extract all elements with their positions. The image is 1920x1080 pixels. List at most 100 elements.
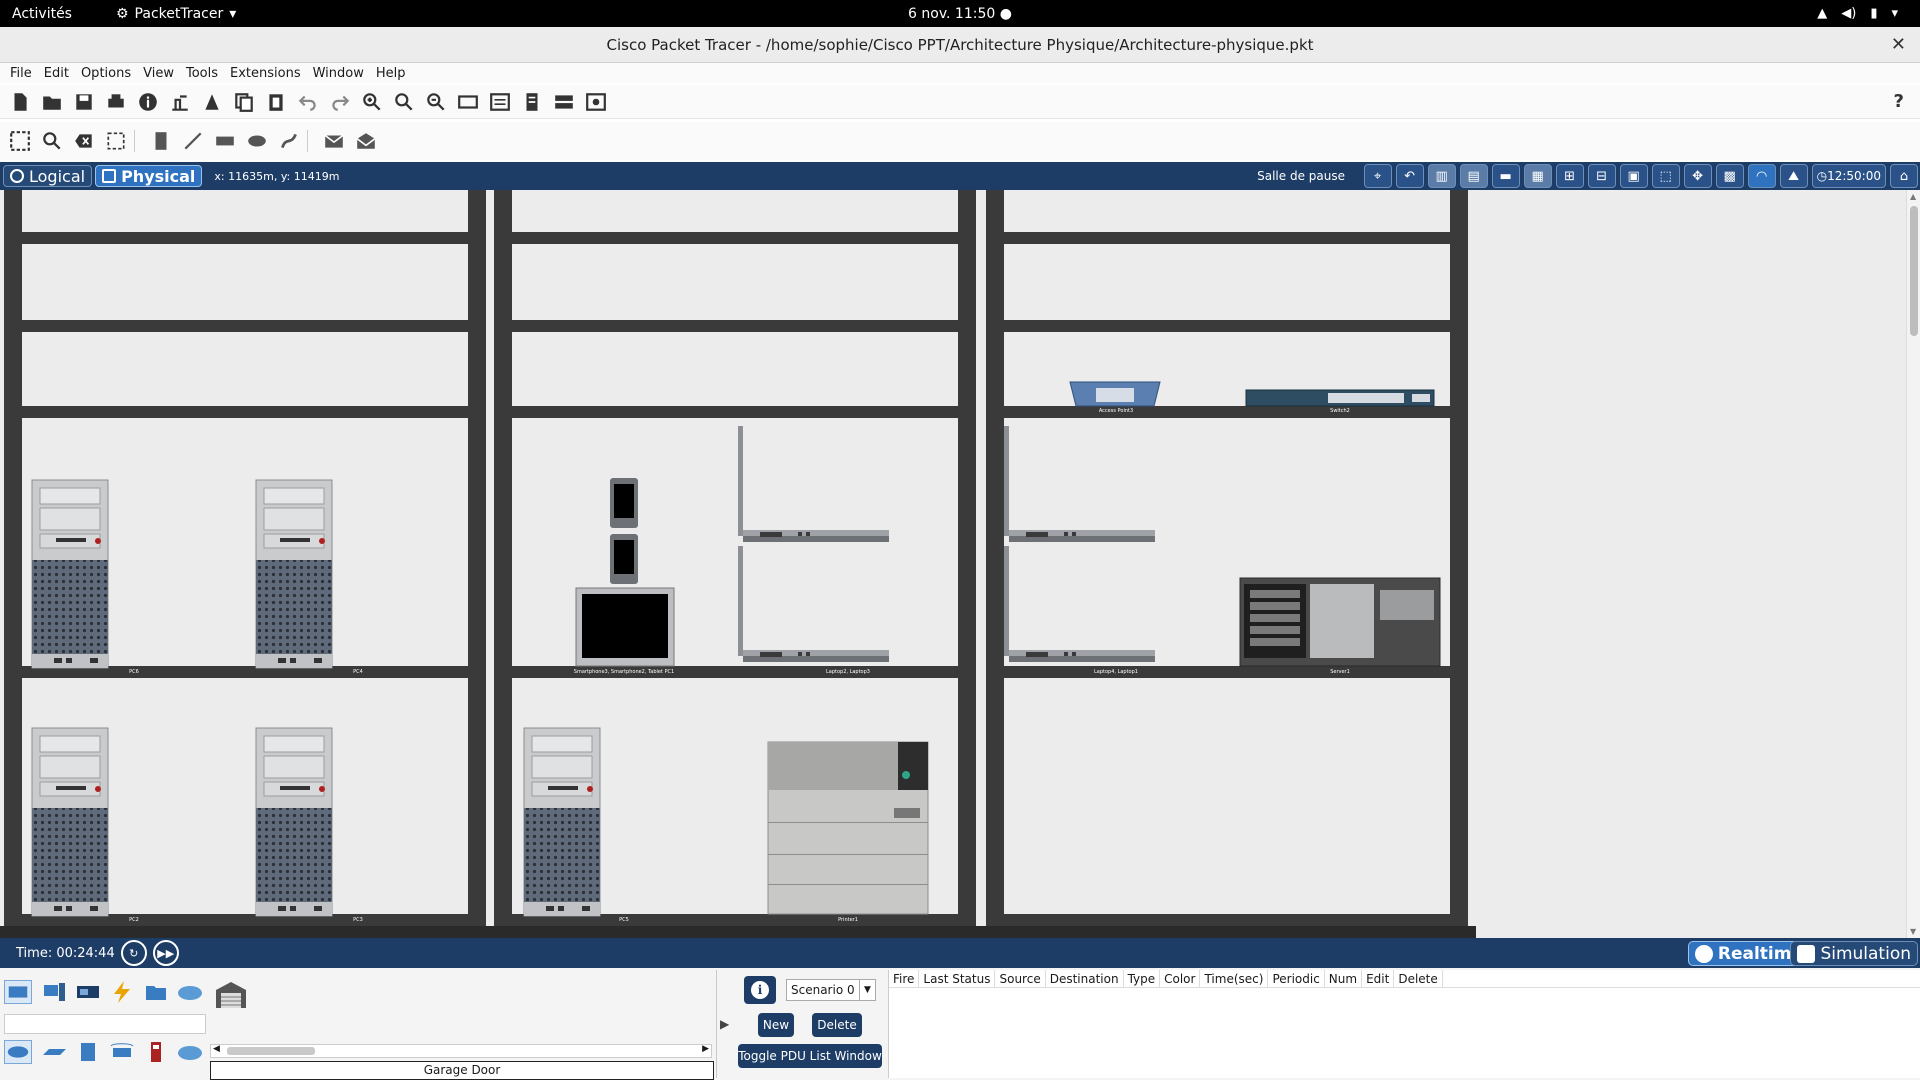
- zoom-in-icon[interactable]: [360, 90, 384, 114]
- ipc-icon[interactable]: [552, 90, 576, 114]
- column-last-status[interactable]: Last Status: [919, 969, 996, 988]
- menu-view[interactable]: View: [143, 66, 174, 81]
- printer1-device[interactable]: [767, 741, 929, 915]
- new-table-icon[interactable]: ▤: [1459, 164, 1488, 188]
- rack-3[interactable]: [986, 190, 1468, 926]
- column-destination[interactable]: Destination: [1046, 969, 1124, 988]
- physical-mode-button[interactable]: Physical: [95, 165, 203, 187]
- zoom-out-icon[interactable]: [424, 90, 448, 114]
- screenshot-icon[interactable]: [584, 90, 608, 114]
- scrollbar-thumb[interactable]: [227, 1047, 315, 1055]
- drawing-palette-icon[interactable]: [456, 90, 480, 114]
- new-city-icon[interactable]: ▦: [1523, 164, 1552, 188]
- column-type[interactable]: Type: [1124, 969, 1161, 988]
- new-scenario-button[interactable]: New: [758, 1013, 794, 1037]
- miscellaneous-category-icon[interactable]: [142, 980, 170, 1004]
- custom-devices-icon[interactable]: [488, 90, 512, 114]
- new-building-icon[interactable]: ⊞: [1555, 164, 1584, 188]
- home-icon[interactable]: ⌂: [1890, 164, 1918, 188]
- menu-extensions[interactable]: Extensions: [230, 66, 301, 81]
- wireless-range-icon[interactable]: ◠: [1747, 164, 1776, 188]
- delete-icon[interactable]: [72, 129, 96, 153]
- tablet-pc1-device[interactable]: [575, 587, 675, 667]
- pdu-list-table[interactable]: Fire Last Status Source Destination Type…: [888, 969, 1920, 1078]
- freeform-icon[interactable]: [277, 129, 301, 153]
- pc6-device[interactable]: [31, 479, 109, 669]
- delete-scenario-button[interactable]: Delete: [812, 1013, 862, 1037]
- new-closet-icon[interactable]: ⊟: [1587, 164, 1616, 188]
- scroll-down-icon[interactable]: ▼: [1910, 927, 1916, 936]
- paste-icon[interactable]: [264, 90, 288, 114]
- pc3-device[interactable]: [255, 727, 333, 917]
- wan-emulation-subcategory-icon[interactable]: [176, 1040, 204, 1064]
- multiuser-category-icon[interactable]: [176, 980, 204, 1004]
- server1-device[interactable]: [1239, 577, 1441, 667]
- info-icon[interactable]: [136, 90, 160, 114]
- set-background-icon[interactable]: ⛰: [1779, 164, 1808, 188]
- scroll-left-icon[interactable]: ◀: [213, 1044, 220, 1054]
- column-num[interactable]: Num: [1325, 969, 1363, 988]
- security-subcategory-icon[interactable]: [142, 1040, 170, 1064]
- add-simple-pdu-icon[interactable]: [322, 129, 346, 153]
- pc2-device[interactable]: [31, 727, 109, 917]
- resize-shape-icon[interactable]: [104, 129, 128, 153]
- activities-button[interactable]: Activités: [12, 6, 72, 22]
- column-edit[interactable]: Edit: [1362, 969, 1395, 988]
- system-tray[interactable]: ▲ ◀) ▮ ▾: [1817, 0, 1898, 27]
- column-delete[interactable]: Delete: [1394, 969, 1443, 988]
- undo-icon[interactable]: [296, 90, 320, 114]
- laptop3-device[interactable]: [738, 546, 889, 662]
- open-folder-icon[interactable]: [40, 90, 64, 114]
- pc5-device[interactable]: [523, 727, 601, 917]
- network-devices-category-icon[interactable]: [4, 980, 32, 1004]
- select-icon[interactable]: [8, 129, 32, 153]
- device-search-field[interactable]: [4, 1014, 206, 1034]
- network-info-icon[interactable]: [520, 90, 544, 114]
- toggle-pdu-list-button[interactable]: Toggle PDU List Window: [738, 1044, 882, 1068]
- menu-window[interactable]: Window: [313, 66, 364, 81]
- pc4-device[interactable]: [255, 479, 333, 669]
- new-file-icon[interactable]: [8, 90, 32, 114]
- print-icon[interactable]: [104, 90, 128, 114]
- device-list-scrollbar[interactable]: ◀ ▶: [210, 1044, 712, 1058]
- components-category-icon[interactable]: [74, 980, 102, 1004]
- draw-line-icon[interactable]: [181, 129, 205, 153]
- close-window-icon[interactable]: ✕: [1891, 34, 1906, 55]
- hub-subcategory-icon[interactable]: [74, 1040, 102, 1064]
- add-complex-pdu-icon[interactable]: [354, 129, 378, 153]
- switch2-device[interactable]: [1245, 389, 1435, 407]
- system-clock[interactable]: 6 nov. 11:50 ●: [0, 6, 1920, 22]
- workspace-vertical-scrollbar[interactable]: ▲ ▼: [1906, 190, 1920, 938]
- physical-workspace[interactable]: PC6 PC4 PC2 PC3 Smartphone3, Smartphone2…: [0, 190, 1920, 938]
- menu-file[interactable]: File: [10, 66, 32, 81]
- save-icon[interactable]: [72, 90, 96, 114]
- set-tiled-background-icon[interactable]: ✥: [1683, 164, 1712, 188]
- switch-subcategory-icon[interactable]: [40, 1040, 68, 1064]
- access-point3-device[interactable]: [1069, 381, 1161, 407]
- column-periodic[interactable]: Periodic: [1268, 969, 1325, 988]
- smartphone2-device[interactable]: [610, 534, 638, 584]
- place-note-icon[interactable]: [149, 129, 173, 153]
- new-rack-icon[interactable]: ▥: [1427, 164, 1456, 188]
- menu-tools[interactable]: Tools: [186, 66, 218, 81]
- fast-forward-time-icon[interactable]: ▶▶: [152, 940, 179, 966]
- draw-ellipse-icon[interactable]: [245, 129, 269, 153]
- laptop4-device[interactable]: [1004, 426, 1155, 542]
- simulation-mode-button[interactable]: Simulation: [1790, 941, 1918, 966]
- garage-door-icon[interactable]: [214, 980, 248, 1010]
- panel-divider[interactable]: [716, 970, 717, 1078]
- activity-wizard-icon[interactable]: [200, 90, 224, 114]
- router-subcategory-icon[interactable]: [4, 1040, 32, 1064]
- menu-help[interactable]: Help: [376, 66, 406, 81]
- draw-rectangle-icon[interactable]: [213, 129, 237, 153]
- zoom-reset-icon[interactable]: [392, 90, 416, 114]
- smartphone3-device[interactable]: [610, 478, 638, 528]
- column-fire[interactable]: Fire: [889, 969, 920, 988]
- new-shelf-icon[interactable]: ▬: [1491, 164, 1520, 188]
- grid-icon[interactable]: ⬚: [1651, 164, 1680, 188]
- end-devices-category-icon[interactable]: [40, 980, 68, 1004]
- scroll-right-icon[interactable]: ▶: [702, 1044, 709, 1054]
- inspect-icon[interactable]: [40, 129, 64, 153]
- column-source[interactable]: Source: [995, 969, 1046, 988]
- collapse-arrow-icon[interactable]: ▶: [720, 1017, 729, 1031]
